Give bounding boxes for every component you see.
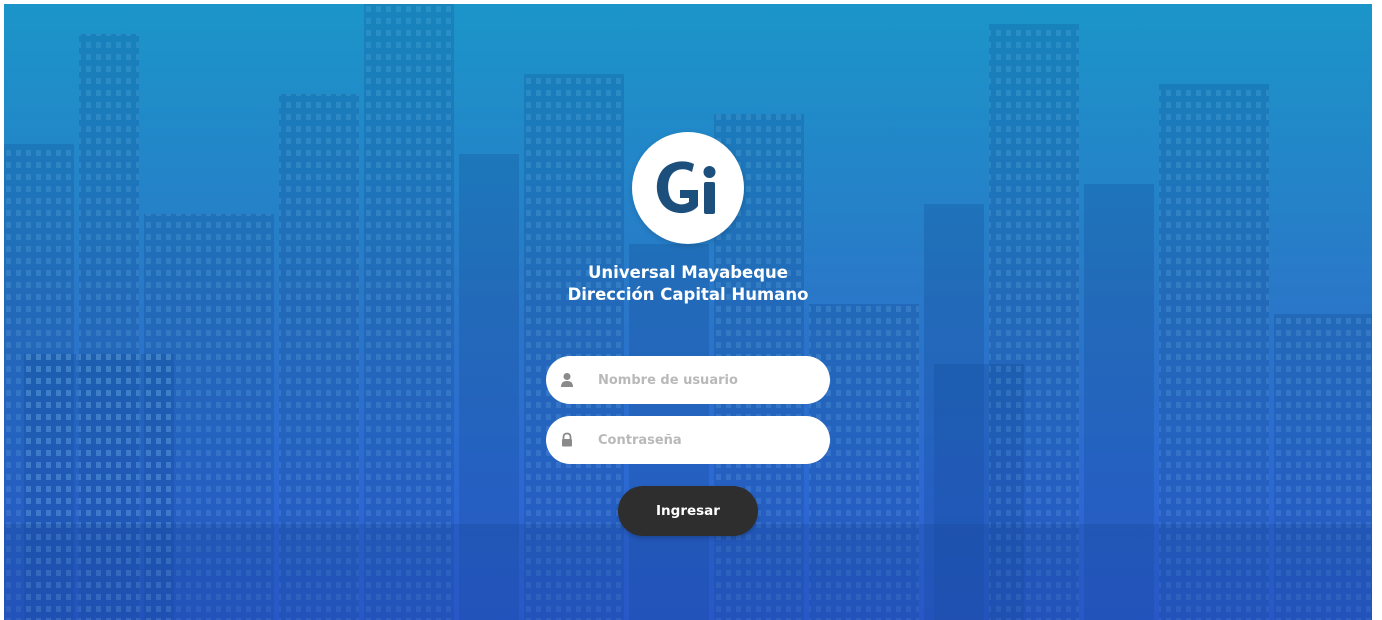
department-name: Dirección Capital Humano <box>567 285 809 304</box>
company-logo <box>632 132 744 244</box>
login-page: Universal Mayabeque Dirección Capital Hu… <box>4 4 1372 620</box>
user-icon <box>560 372 574 388</box>
organization-title: Universal Mayabeque Dirección Capital Hu… <box>488 262 888 306</box>
lock-icon <box>560 432 574 448</box>
password-field <box>546 416 830 464</box>
password-input[interactable] <box>598 416 818 464</box>
username-field <box>546 356 830 404</box>
login-form-container: Universal Mayabeque Dirección Capital Hu… <box>4 4 1372 620</box>
organization-name: Universal Mayabeque <box>588 263 788 282</box>
username-input[interactable] <box>598 356 818 404</box>
gi-logo-icon <box>656 161 716 214</box>
login-button[interactable]: Ingresar <box>618 486 758 536</box>
